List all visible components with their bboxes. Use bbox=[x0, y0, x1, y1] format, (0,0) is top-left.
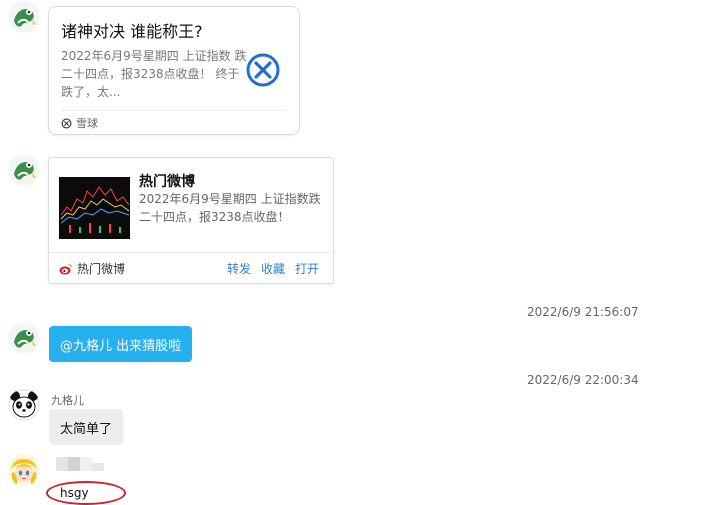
dragon-avatar-icon bbox=[8, 1, 40, 33]
favorite-button[interactable]: 收藏 bbox=[261, 260, 285, 277]
panda-avatar-icon bbox=[8, 389, 40, 421]
bot-avatar[interactable] bbox=[8, 154, 40, 186]
card-description: 2022年6月9号星期四 上证指数跌二十四点，报3238点收盘！ bbox=[139, 192, 321, 224]
card-source: 雪球 bbox=[61, 115, 98, 131]
message-bubble[interactable]: 太简单了 bbox=[49, 409, 124, 445]
message-bubble[interactable]: @九格儿 出来猜股啦 bbox=[49, 326, 193, 362]
xueqiu-small-icon bbox=[61, 118, 72, 128]
cartoon-avatar-icon bbox=[8, 454, 40, 486]
card-source: 热门微博 bbox=[59, 260, 125, 277]
card-divider bbox=[49, 252, 333, 253]
card-source-label: 热门微博 bbox=[77, 262, 126, 276]
user-avatar[interactable] bbox=[8, 389, 40, 421]
forward-button[interactable]: 转发 bbox=[227, 260, 251, 277]
card-title: 诸神对决 谁能称王? bbox=[61, 22, 203, 41]
open-button[interactable]: 打开 bbox=[295, 260, 319, 277]
sender-name: 九格儿 bbox=[51, 394, 84, 407]
card-thumbnail bbox=[59, 177, 130, 239]
share-card-xueqiu[interactable]: 诸神对决 谁能称王? 2022年6月9号星期四 上证指数 跌二十四点，报3238… bbox=[48, 6, 300, 135]
message-timestamp: 2022/6/9 22:00:34 bbox=[527, 373, 639, 387]
card-description: 2022年6月9号星期四 上证指数 跌二十四点，报3238点收盘！ 终于跌了，太… bbox=[61, 49, 247, 99]
share-card-weibo[interactable]: 热门微博 2022年6月9号星期四 上证指数跌二十四点，报3238点收盘！ 热门… bbox=[48, 157, 334, 284]
user-avatar[interactable] bbox=[8, 454, 40, 486]
bot-avatar[interactable] bbox=[8, 1, 40, 33]
dragon-avatar-icon bbox=[8, 154, 40, 186]
highlight-circle bbox=[46, 481, 126, 505]
dragon-avatar-icon bbox=[8, 322, 40, 354]
blur-mosaic bbox=[56, 457, 104, 471]
obscured-sender-name bbox=[56, 456, 110, 471]
message-timestamp: 2022/6/9 21:56:07 bbox=[527, 305, 639, 319]
card-source-label: 雪球 bbox=[76, 117, 98, 130]
xueqiu-logo-icon bbox=[245, 52, 281, 88]
card-divider bbox=[61, 110, 287, 111]
stock-chart-thumbnail bbox=[59, 177, 130, 239]
bot-avatar[interactable] bbox=[8, 322, 40, 354]
card-title: 热门微博 bbox=[139, 174, 195, 190]
weibo-icon bbox=[59, 263, 73, 274]
card-actions: 转发 收藏 打开 bbox=[227, 260, 319, 277]
